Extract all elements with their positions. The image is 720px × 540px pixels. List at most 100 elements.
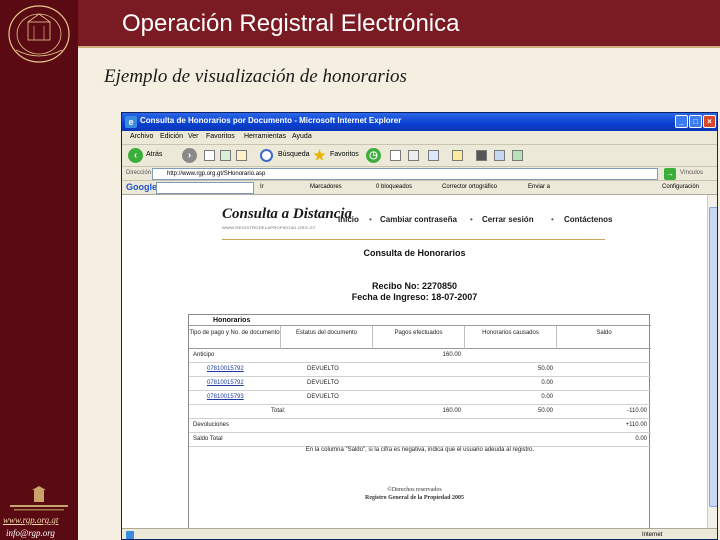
page-heading: Consulta de Honorarios [363, 248, 466, 258]
history-icon[interactable]: ◷ [366, 148, 381, 163]
menu-favoritos[interactable]: Favoritos [206, 133, 235, 140]
links-label[interactable]: Vínculos [680, 170, 703, 176]
google-go-button[interactable]: Ir [260, 184, 264, 190]
maximize-icon[interactable]: □ [689, 115, 702, 128]
minimize-icon[interactable]: _ [675, 115, 688, 128]
sidebar: www.rgp.org.gt info@rgp.org [0, 0, 78, 540]
advance-payment: 160.00 [442, 352, 461, 358]
document-fees: 50.00 [537, 366, 553, 372]
table-row-total: Total: 160.00 50.00 -110.00 [189, 405, 651, 419]
forward-arrow-icon[interactable]: › [182, 148, 197, 163]
print-icon[interactable] [408, 150, 419, 161]
refunds-label: Devoluciones [193, 422, 230, 428]
website-link[interactable]: www.rgp.org.gt [3, 515, 77, 525]
entry-date-label: Fecha de Ingreso: [351, 292, 429, 302]
total-fees: 50.00 [537, 408, 553, 414]
research-icon[interactable] [476, 150, 487, 161]
document-link[interactable]: 07810015792 [207, 380, 244, 386]
page-content: Consulta a Distancia WWW.REGISTRODELAPRO… [122, 195, 707, 528]
site-logo-text: Consulta a Distancia [222, 206, 353, 222]
advance-label: Anticipo [193, 352, 215, 358]
google-logo: Google [126, 182, 157, 192]
page-icon [126, 531, 134, 539]
browser-window-title: Consulta de Honorarios por Documento - M… [140, 116, 402, 125]
final-balance-label: Saldo Total [193, 436, 223, 442]
table-row: 07810015793 DEVUELTO 0.00 [189, 391, 651, 405]
table-note: En la columna "Saldo", si la cifra es ne… [305, 447, 535, 453]
header-balance: Saldo [596, 330, 612, 336]
receipt-value: 2270850 [421, 281, 458, 291]
google-spellcheck[interactable]: Corrector ortográfico [442, 184, 497, 190]
entry-date: Fecha de Ingreso: 18-07-2007 [122, 292, 707, 302]
refresh-icon[interactable] [220, 150, 231, 161]
header-payment-type: Tipo de pago y No. de documento [189, 326, 281, 349]
go-arrow-icon[interactable]: → [664, 168, 676, 180]
favorites-button-label[interactable]: Favoritos [330, 151, 359, 158]
messenger-icon[interactable] [494, 150, 505, 161]
address-label: Dirección [126, 170, 152, 176]
document-status: DEVUELTO [307, 366, 339, 372]
status-bar: Internet [122, 528, 717, 539]
mail-icon[interactable] [390, 150, 401, 161]
home-icon[interactable] [236, 150, 247, 161]
stop-icon[interactable] [204, 150, 215, 161]
edit-icon[interactable] [428, 150, 439, 161]
close-icon[interactable]: × [703, 115, 716, 128]
receipt-number: Recibo No: 2270850 [122, 281, 707, 291]
nav-contactenos[interactable]: Contáctenos [564, 215, 612, 224]
total-payment: 160.00 [442, 408, 461, 414]
document-status: DEVUELTO [307, 380, 339, 386]
address-input[interactable]: http://www.rgp.org.gt/SHonorario.asp [152, 168, 658, 180]
search-button-label[interactable]: Búsqueda [278, 151, 310, 158]
google-bookmarks[interactable]: Marcadores [310, 184, 342, 190]
nav-divider [222, 239, 605, 240]
menu-ver[interactable]: Ver [188, 133, 199, 140]
table-row: Anticipo 160.00 [189, 349, 651, 363]
final-balance: 0.00 [635, 436, 647, 442]
folder-icon[interactable] [452, 150, 463, 161]
google-toolbar: Google Ir Marcadores 0 bloqueados Correc… [122, 181, 717, 195]
document-fees: 0.00 [541, 380, 553, 386]
google-search-input[interactable] [156, 182, 254, 194]
header-fees: Honorarios causados [465, 326, 557, 349]
tools-icon[interactable] [512, 150, 523, 161]
menu-edicion[interactable]: Edición [160, 133, 183, 140]
back-button-label[interactable]: Atrás [146, 151, 162, 158]
slide-title: Operación Registral Electrónica [122, 10, 460, 37]
nav-separator: • [470, 215, 473, 224]
table-row: 07810015792 DEVUELTO 0.00 [189, 377, 651, 391]
copyright: ©Derechos reservados [387, 487, 442, 493]
nav-separator: • [551, 215, 554, 224]
header-status: Estatus del documento [281, 326, 373, 349]
browser-menu-bar: Archivo Edición Ver Favoritos Herramient… [122, 131, 717, 145]
total-label: Total: [271, 408, 286, 414]
document-status: DEVUELTO [307, 394, 339, 400]
nav-inicio[interactable]: Inicio [338, 215, 359, 224]
back-arrow-icon[interactable]: ‹ [128, 148, 143, 163]
favorites-star-icon[interactable]: ★ [312, 148, 327, 163]
table-caption: Honorarios [189, 315, 651, 326]
document-link[interactable]: 07810015793 [207, 394, 244, 400]
menu-archivo[interactable]: Archivo [130, 133, 153, 140]
google-send-to[interactable]: Enviar a [528, 184, 550, 190]
scrollbar-thumb[interactable] [709, 207, 717, 507]
site-logo-subtitle: WWW.REGISTRODELAPROPIEDAD.ORG.GT [222, 225, 316, 230]
nav-cambiar-contrasena[interactable]: Cambiar contraseña [380, 215, 457, 224]
nav-separator: • [369, 215, 372, 224]
contact-email[interactable]: info@rgp.org [6, 528, 76, 538]
title-divider [78, 46, 720, 48]
search-icon[interactable] [260, 149, 273, 162]
vertical-scrollbar[interactable] [707, 195, 717, 528]
document-link[interactable]: 07810015792 [207, 366, 244, 372]
site-logo: Consulta a Distancia [222, 205, 352, 223]
ie-logo-icon: e [125, 116, 137, 128]
google-popup-blocker[interactable]: 0 bloqueados [376, 184, 412, 190]
google-settings[interactable]: Configuración [662, 184, 699, 190]
table-note-row: En la columna "Saldo", si la cifra es ne… [189, 447, 651, 461]
table-row-refunds: Devoluciones +110.00 [189, 419, 651, 433]
nav-cerrar-sesion[interactable]: Cerrar sesión [482, 215, 534, 224]
menu-herramientas[interactable]: Herramientas [244, 133, 286, 140]
table-header: Tipo de pago y No. de documento Estatus … [189, 326, 651, 349]
menu-ayuda[interactable]: Ayuda [292, 133, 312, 140]
browser-title-bar: e Consulta de Honorarios por Documento -… [122, 113, 717, 131]
